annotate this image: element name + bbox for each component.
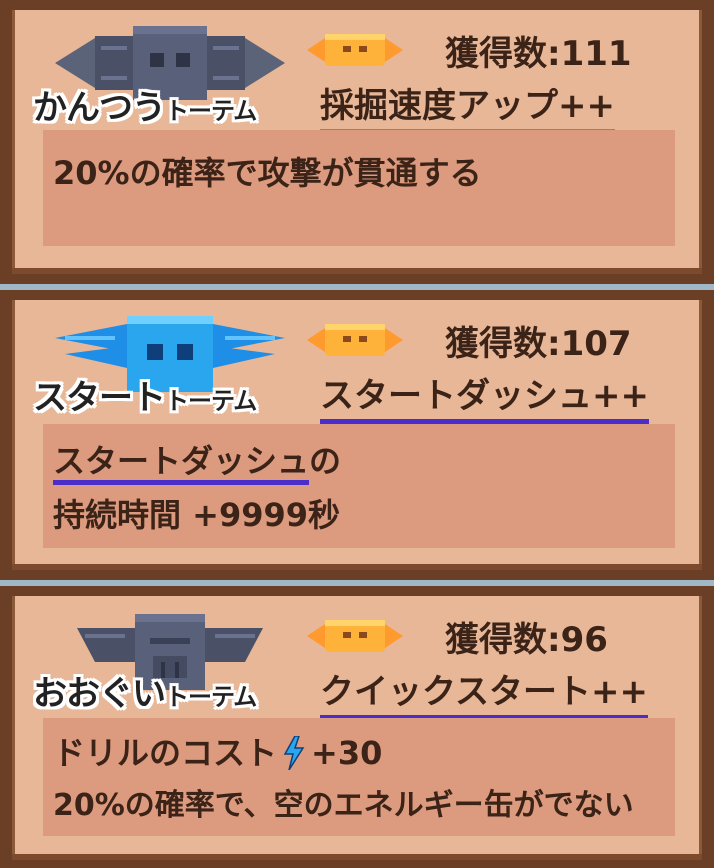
- skill-link[interactable]: スタートダッシュ: [53, 442, 310, 485]
- totem-name: おおぐいトーテム: [33, 674, 257, 714]
- medal-icon: [307, 324, 403, 356]
- totem-card-oogui[interactable]: おおぐいトーテム 獲得数:96 クイックスタート++ ドリルのコスト +30 20…: [0, 586, 714, 868]
- totem-card-start[interactable]: スタートトーテム 獲得数:107 スタートダッシュ++ スタートダッシュの 持続…: [0, 290, 714, 580]
- description-line: 20%の確率で、空のエネルギー缶がでない: [53, 788, 634, 823]
- card-panel: スタートトーテム 獲得数:107 スタートダッシュ++ スタートダッシュの 持続…: [12, 300, 702, 564]
- description-line: スタートダッシュの: [53, 436, 341, 485]
- totem-name: かんつうトーテム: [33, 88, 257, 128]
- description-panel: ドリルのコスト +30 20%の確率で、空のエネルギー缶がでない: [43, 718, 675, 836]
- card-frame-bottom: [0, 854, 714, 868]
- medal-icon: [307, 34, 403, 66]
- totem-name: スタートトーテム: [33, 378, 257, 418]
- skill-name[interactable]: スタートダッシュ++: [320, 368, 649, 424]
- card-panel: かんつうトーテム 獲得数:111 採掘速度アップ++ 20%の確率で攻撃が貫通す…: [12, 10, 702, 268]
- description-line: 20%の確率で攻撃が貫通する: [53, 154, 482, 192]
- obtained-count: 獲得数:107: [445, 324, 632, 364]
- card-frame-bottom: [0, 564, 714, 580]
- card-frame-bottom: [0, 268, 714, 284]
- card-panel: おおぐいトーテム 獲得数:96 クイックスタート++ ドリルのコスト +30 20…: [12, 596, 702, 854]
- description-panel: 20%の確率で攻撃が貫通する: [43, 130, 675, 246]
- medal-icon: [307, 620, 403, 652]
- description-panel: スタートダッシュの 持続時間 +9999秒: [43, 424, 675, 548]
- description-line: 持続時間 +9999秒: [53, 496, 341, 534]
- obtained-count: 獲得数:111: [445, 34, 632, 74]
- skill-name[interactable]: クイックスタート++: [320, 664, 648, 720]
- description-line: ドリルのコスト +30: [53, 734, 383, 772]
- totem-card-kantsuu[interactable]: かんつうトーテム 獲得数:111 採掘速度アップ++ 20%の確率で攻撃が貫通す…: [0, 0, 714, 284]
- obtained-count: 獲得数:96: [445, 620, 608, 660]
- skill-name[interactable]: 採掘速度アップ++: [320, 78, 615, 134]
- energy-bolt-icon: [283, 736, 305, 770]
